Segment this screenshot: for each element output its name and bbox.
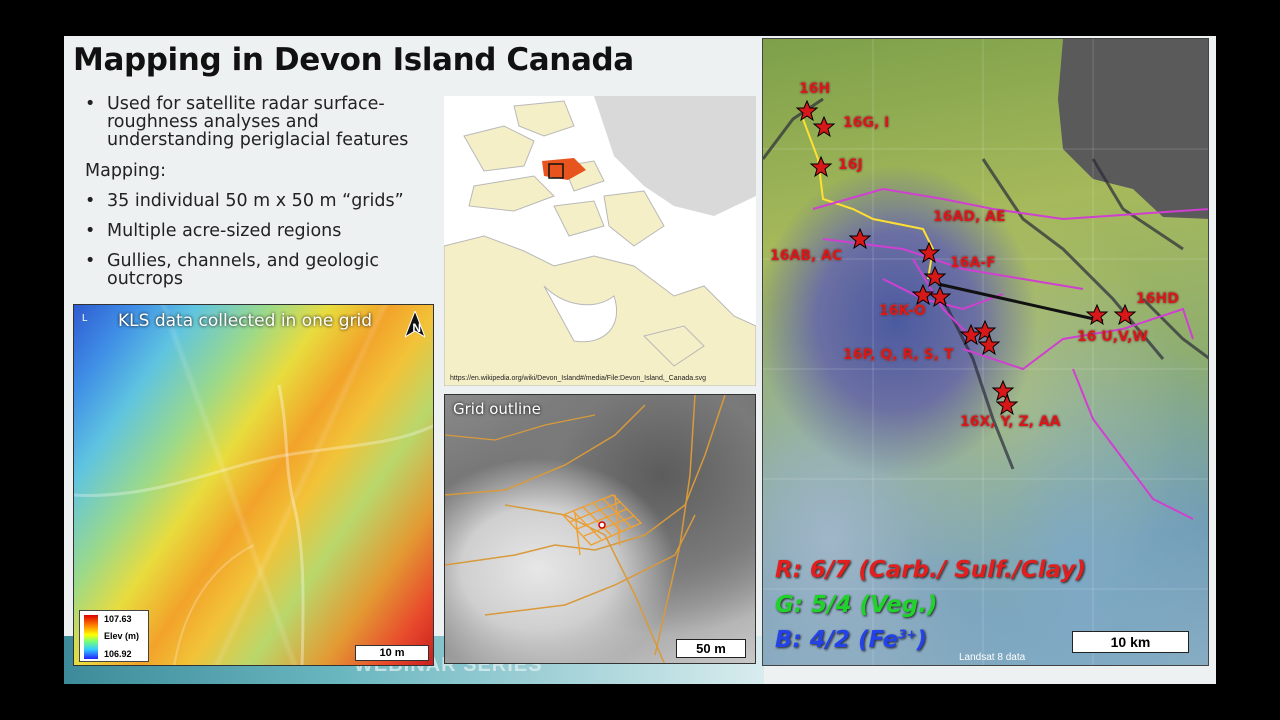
band-blue-prefix: B: 4/2 (Fe (775, 627, 899, 653)
band-blue-superscript: 3+ (898, 627, 917, 642)
band-green-label: G: 5/4 (Veg.) (775, 592, 938, 618)
grid-outline-title: Grid outline (453, 400, 541, 418)
canada-map-graphic (444, 96, 756, 386)
bullet-glyph: • (85, 191, 96, 211)
grid-scale-bar: 50 m (676, 639, 746, 658)
bullet-glyph: • (85, 94, 96, 114)
elevation-legend: 107.63 Elev (m) 106.92 (79, 610, 149, 662)
site-label: 16AD, AE (933, 209, 1006, 225)
site-label: 16 U,V,W (1077, 329, 1148, 345)
site-label: 16J (838, 157, 863, 173)
bullet-item: • 35 individual 50 m x 50 m “grids” (85, 191, 404, 211)
kls-elevation-map: L KLS data collected in one grid N 107.6… (73, 304, 434, 666)
landsat-credit: Landsat 8 data (959, 652, 1026, 663)
site-label: 16AB, AC (770, 248, 843, 264)
bullet-item: • Multiple acre-sized regions (85, 221, 342, 241)
bullet-text-line: 35 individual 50 m x 50 m “grids” (107, 191, 404, 211)
bullet-text-line: Multiple acre-sized regions (107, 221, 342, 241)
landsat-scale-bar: 10 km (1072, 631, 1189, 653)
kls-title: KLS data collected in one grid (118, 311, 373, 331)
site-label: 16G, I (843, 115, 890, 131)
grid-outline-photo: Grid outline 50 m (444, 394, 756, 664)
bullet-glyph: • (85, 251, 96, 271)
legend-min: 106.92 (104, 649, 132, 659)
bullet-text-line: outcrops (107, 269, 184, 289)
band-blue-suffix: ) (916, 627, 928, 653)
bullet-item: • Gullies, channels, and geologic outcro… (85, 251, 379, 289)
bullet-text-line: Gullies, channels, and geologic (107, 251, 379, 271)
canada-locator-map (444, 96, 756, 386)
site-label: 16K-O (879, 303, 926, 319)
bullet-text-line: Used for satellite radar surface- (107, 94, 385, 114)
legend-max: 107.63 (104, 614, 132, 624)
bullet-text-line: roughness analyses and (107, 112, 319, 132)
site-label: 16X, Y, Z, AA (960, 414, 1061, 430)
band-red-label: R: 6/7 (Carb./ Sulf./Clay) (775, 557, 1086, 583)
bullet-item: • Used for satellite radar surface- roug… (85, 94, 409, 150)
site-label: 16HD (1136, 291, 1179, 307)
source-url: https://en.wikipedia.org/wiki/Devon_Isla… (450, 375, 707, 382)
mapping-heading: Mapping: (85, 161, 166, 181)
kls-corner-label: L (82, 313, 88, 324)
kls-scale-bar: 10 m (355, 645, 429, 661)
north-label: N (412, 321, 421, 335)
site-label: 16P, Q, R, S, T (843, 347, 954, 363)
site-label: 16H (799, 81, 831, 97)
slide: WEBINAR SERIES Mapping in Devon Island C… (64, 36, 1216, 684)
legend-label: Elev (m) (104, 631, 140, 641)
site-label: 16A-F (950, 255, 996, 271)
band-blue-label: B: 4/2 (Fe3+) (775, 627, 927, 653)
grid-outline-graphic (445, 395, 726, 663)
bullet-text-line: understanding periglacial features (107, 130, 409, 150)
legend-color-ramp (84, 615, 98, 659)
landsat-map: 16H 16G, I 16J 16AD, AE 16AB, AC 16A-F 1… (762, 38, 1209, 666)
slide-title: Mapping in Devon Island Canada (73, 42, 634, 78)
bullet-glyph: • (85, 221, 96, 241)
